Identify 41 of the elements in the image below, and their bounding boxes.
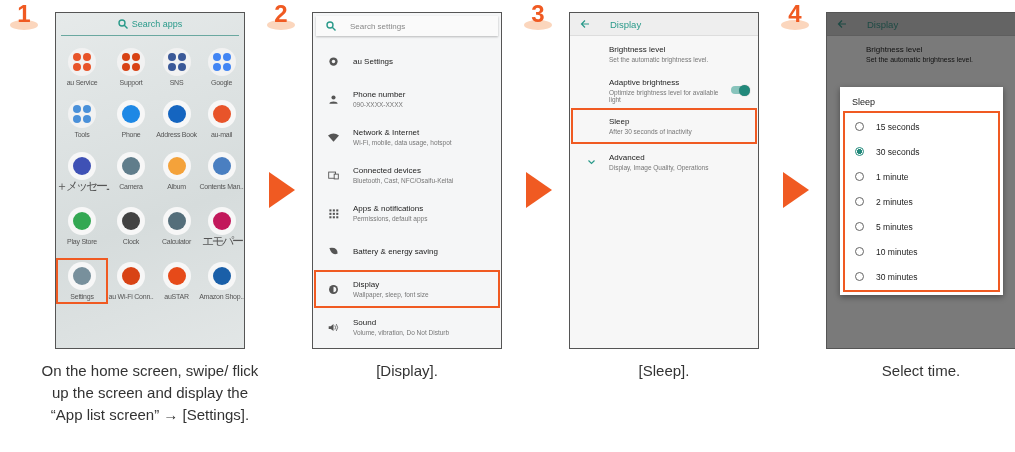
arrow-icon — [783, 172, 809, 208]
person-icon — [328, 93, 339, 105]
radio-option[interactable]: 30 minutes — [845, 264, 998, 289]
leaf-icon — [328, 245, 339, 257]
step-number: 3 — [520, 2, 556, 30]
search-field[interactable]: Search settings — [316, 16, 498, 36]
radio-option[interactable]: 2 minutes — [845, 189, 998, 214]
arrow-icon — [526, 172, 552, 208]
step-number: 1 — [6, 2, 42, 30]
devices-icon — [328, 169, 339, 181]
step-caption: [Display]. — [376, 361, 438, 381]
settings-item[interactable]: au Settings — [314, 42, 500, 80]
grid-icon — [328, 207, 339, 219]
step-number: 4 — [777, 2, 813, 30]
radio-option[interactable]: 5 minutes — [845, 214, 998, 239]
item-title: Brightness level — [866, 45, 924, 54]
brightness-icon — [328, 283, 339, 295]
step-number: 2 — [263, 2, 299, 30]
app-bar: Display — [570, 13, 758, 36]
radio-option[interactable]: 10 minutes — [845, 239, 998, 264]
search-icon — [117, 19, 128, 29]
radio-option[interactable]: 30 seconds — [845, 139, 998, 164]
app-shortcut[interactable]: エモパー — [199, 203, 244, 252]
radio-option[interactable]: 1 minute — [845, 164, 998, 189]
step-caption: On the home screen, swipe/ flick up the screen and display the “App list screen” → [Settings]. — [40, 361, 260, 425]
radio-button[interactable] — [855, 147, 864, 156]
toggle-switch[interactable] — [731, 86, 747, 94]
speaker-icon — [328, 321, 339, 333]
target-icon — [328, 55, 339, 67]
app-shortcut[interactable]: ＋メッセー.. — [56, 148, 108, 197]
wifi-icon — [328, 131, 339, 143]
chevron-icon — [587, 159, 595, 165]
step-caption: [Sleep]. — [638, 361, 690, 381]
app-bar: Display — [827, 13, 1015, 36]
search-icon — [326, 21, 336, 31]
dialog-title: Sleep — [852, 97, 877, 107]
settings-item[interactable]: Battery & energy saving — [314, 232, 500, 270]
arrow-icon — [269, 172, 295, 208]
radio-option[interactable]: 15 seconds — [845, 114, 998, 139]
step-caption: Select time. — [881, 361, 961, 381]
back-arrow-icon[interactable] — [580, 19, 590, 29]
